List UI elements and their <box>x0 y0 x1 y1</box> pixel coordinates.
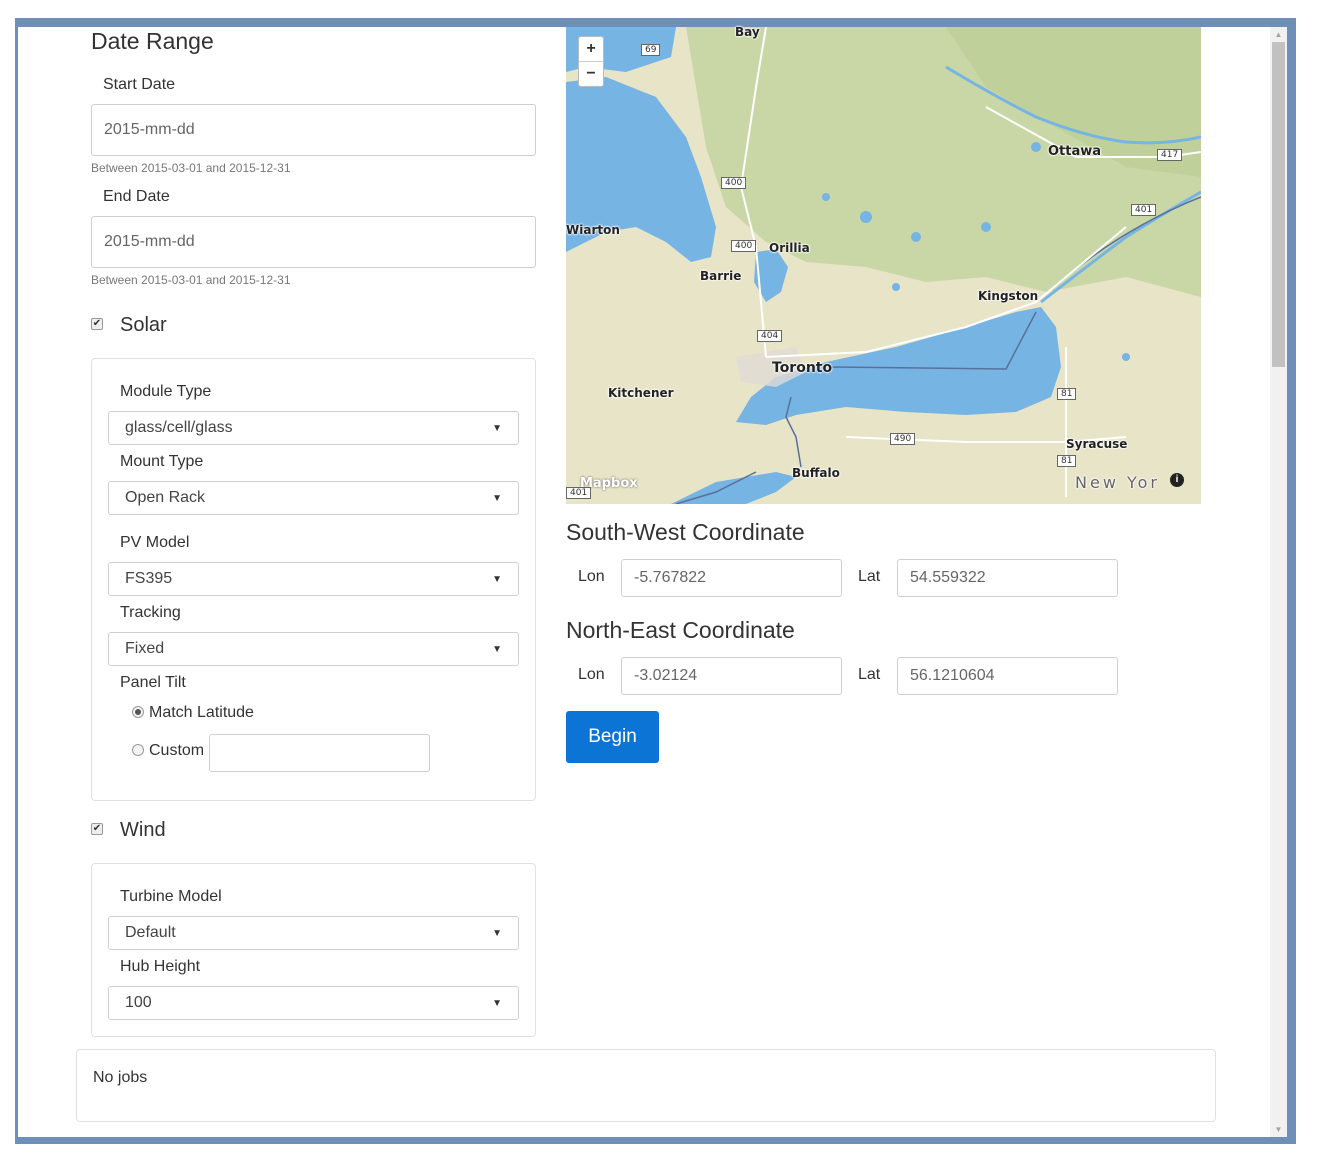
sw-lon-input[interactable]: -5.767822 <box>621 559 842 597</box>
start-date-help: Between 2015-03-01 and 2015-12-31 <box>91 161 291 175</box>
custom-tilt-label: Custom <box>149 742 205 759</box>
custom-tilt-input[interactable] <box>209 734 430 772</box>
ne-lat-label: Lat <box>858 666 881 683</box>
solar-checkbox[interactable]: ✔ <box>91 318 103 330</box>
map-label-buffalo: Buffalo <box>792 466 840 480</box>
scroll-down-arrow-icon[interactable]: ▼ <box>1270 1122 1287 1137</box>
module-type-select[interactable]: glass/cell/glass ▼ <box>108 411 519 445</box>
zoom-out-button[interactable]: − <box>579 62 603 87</box>
highway-shield-81: 81 <box>1057 455 1077 467</box>
module-type-value: glass/cell/glass <box>125 419 233 436</box>
vertical-scrollbar[interactable]: ▲ ▼ <box>1270 27 1287 1137</box>
turbine-model-label: Turbine Model <box>120 888 222 905</box>
sw-lon-value: -5.767822 <box>634 569 707 586</box>
panel-tilt-label: Panel Tilt <box>120 674 186 691</box>
scrollbar-thumb[interactable] <box>1272 42 1285 367</box>
chevron-down-icon: ▼ <box>492 492 502 504</box>
solar-label: Solar <box>120 314 167 336</box>
chevron-down-icon: ▼ <box>492 997 502 1009</box>
map-label-kingston: Kingston <box>978 289 1039 303</box>
map-label-kitchener: Kitchener <box>608 386 674 400</box>
mount-type-label: Mount Type <box>120 453 204 470</box>
map-label-orillia: Orillia <box>769 241 810 255</box>
match-latitude-radio[interactable] <box>132 706 144 718</box>
start-date-input[interactable]: 2015-mm-dd <box>91 104 536 156</box>
highway-shield-69: 69 <box>641 44 661 56</box>
map-view[interactable] <box>566 27 1201 504</box>
wind-checkbox[interactable]: ✔ <box>91 823 103 835</box>
map-label-bay: Bay <box>735 25 760 39</box>
wind-label: Wind <box>120 819 166 841</box>
highway-shield-81: 81 <box>1057 388 1077 400</box>
hub-height-value: 100 <box>125 994 152 1011</box>
chevron-down-icon: ▼ <box>492 422 502 434</box>
south-west-title: South-West Coordinate <box>566 519 805 545</box>
ne-lon-input[interactable]: -3.02124 <box>621 657 842 695</box>
map-tiles <box>566 27 1201 504</box>
hub-height-label: Hub Height <box>120 958 201 975</box>
north-east-title: North-East Coordinate <box>566 617 795 643</box>
ne-lon-label: Lon <box>578 666 605 683</box>
highway-shield-400: 400 <box>721 177 747 189</box>
tracking-label: Tracking <box>120 604 181 621</box>
highway-shield-400: 400 <box>731 240 757 252</box>
mount-type-value: Open Rack <box>125 489 206 506</box>
highway-shield-401: 401 <box>1131 204 1157 216</box>
pv-model-label: PV Model <box>120 534 190 551</box>
map-zoom-control: + − <box>578 36 604 87</box>
sw-lon-label: Lon <box>578 568 605 585</box>
mount-type-select[interactable]: Open Rack ▼ <box>108 481 519 515</box>
chevron-down-icon: ▼ <box>492 573 502 585</box>
map-label-wiarton: Wiarton <box>566 223 620 237</box>
hub-height-select[interactable]: 100 ▼ <box>108 986 519 1020</box>
start-date-placeholder: 2015-mm-dd <box>104 121 195 138</box>
end-date-help: Between 2015-03-01 and 2015-12-31 <box>91 273 291 287</box>
ne-lat-input[interactable]: 56.1210604 <box>897 657 1118 695</box>
sw-lat-input[interactable]: 54.559322 <box>897 559 1118 597</box>
jobs-status-text: No jobs <box>93 1069 148 1086</box>
ne-lon-value: -3.02124 <box>634 667 698 684</box>
map-label-ottawa: Ottawa <box>1048 144 1102 159</box>
map-label-new-york: New Yor <box>1075 473 1160 492</box>
tracking-value: Fixed <box>125 640 165 657</box>
jobs-panel: No jobs <box>76 1049 1216 1122</box>
tracking-select[interactable]: Fixed ▼ <box>108 632 519 666</box>
mapbox-logo[interactable]: Mapbox <box>580 476 638 491</box>
map-label-syracuse: Syracuse <box>1066 437 1128 451</box>
custom-tilt-radio[interactable] <box>132 744 144 756</box>
chevron-down-icon: ▼ <box>492 927 502 939</box>
scroll-up-arrow-icon[interactable]: ▲ <box>1270 27 1287 42</box>
module-type-label: Module Type <box>120 383 212 400</box>
begin-button[interactable]: Begin <box>566 711 659 763</box>
highway-shield-490: 490 <box>890 433 916 445</box>
end-date-input[interactable]: 2015-mm-dd <box>91 216 536 268</box>
chevron-down-icon: ▼ <box>492 643 502 655</box>
info-icon[interactable]: i <box>1170 473 1184 487</box>
map-label-toronto: Toronto <box>772 360 833 376</box>
highway-shield-404: 404 <box>757 330 783 342</box>
start-date-label: Start Date <box>103 76 176 93</box>
end-date-placeholder: 2015-mm-dd <box>104 233 195 250</box>
highway-shield-417: 417 <box>1157 149 1183 161</box>
sw-lat-value: 54.559322 <box>910 569 986 586</box>
match-latitude-label: Match Latitude <box>149 704 254 721</box>
map-label-barrie: Barrie <box>700 269 742 283</box>
sw-lat-label: Lat <box>858 568 881 585</box>
pv-model-select[interactable]: FS395 ▼ <box>108 562 519 596</box>
ne-lat-value: 56.1210604 <box>910 667 995 684</box>
pv-model-value: FS395 <box>125 570 173 587</box>
date-range-title: Date Range <box>91 28 214 54</box>
turbine-model-select[interactable]: Default ▼ <box>108 916 519 950</box>
zoom-in-button[interactable]: + <box>579 37 603 62</box>
end-date-label: End Date <box>103 188 170 205</box>
turbine-model-value: Default <box>125 924 176 941</box>
